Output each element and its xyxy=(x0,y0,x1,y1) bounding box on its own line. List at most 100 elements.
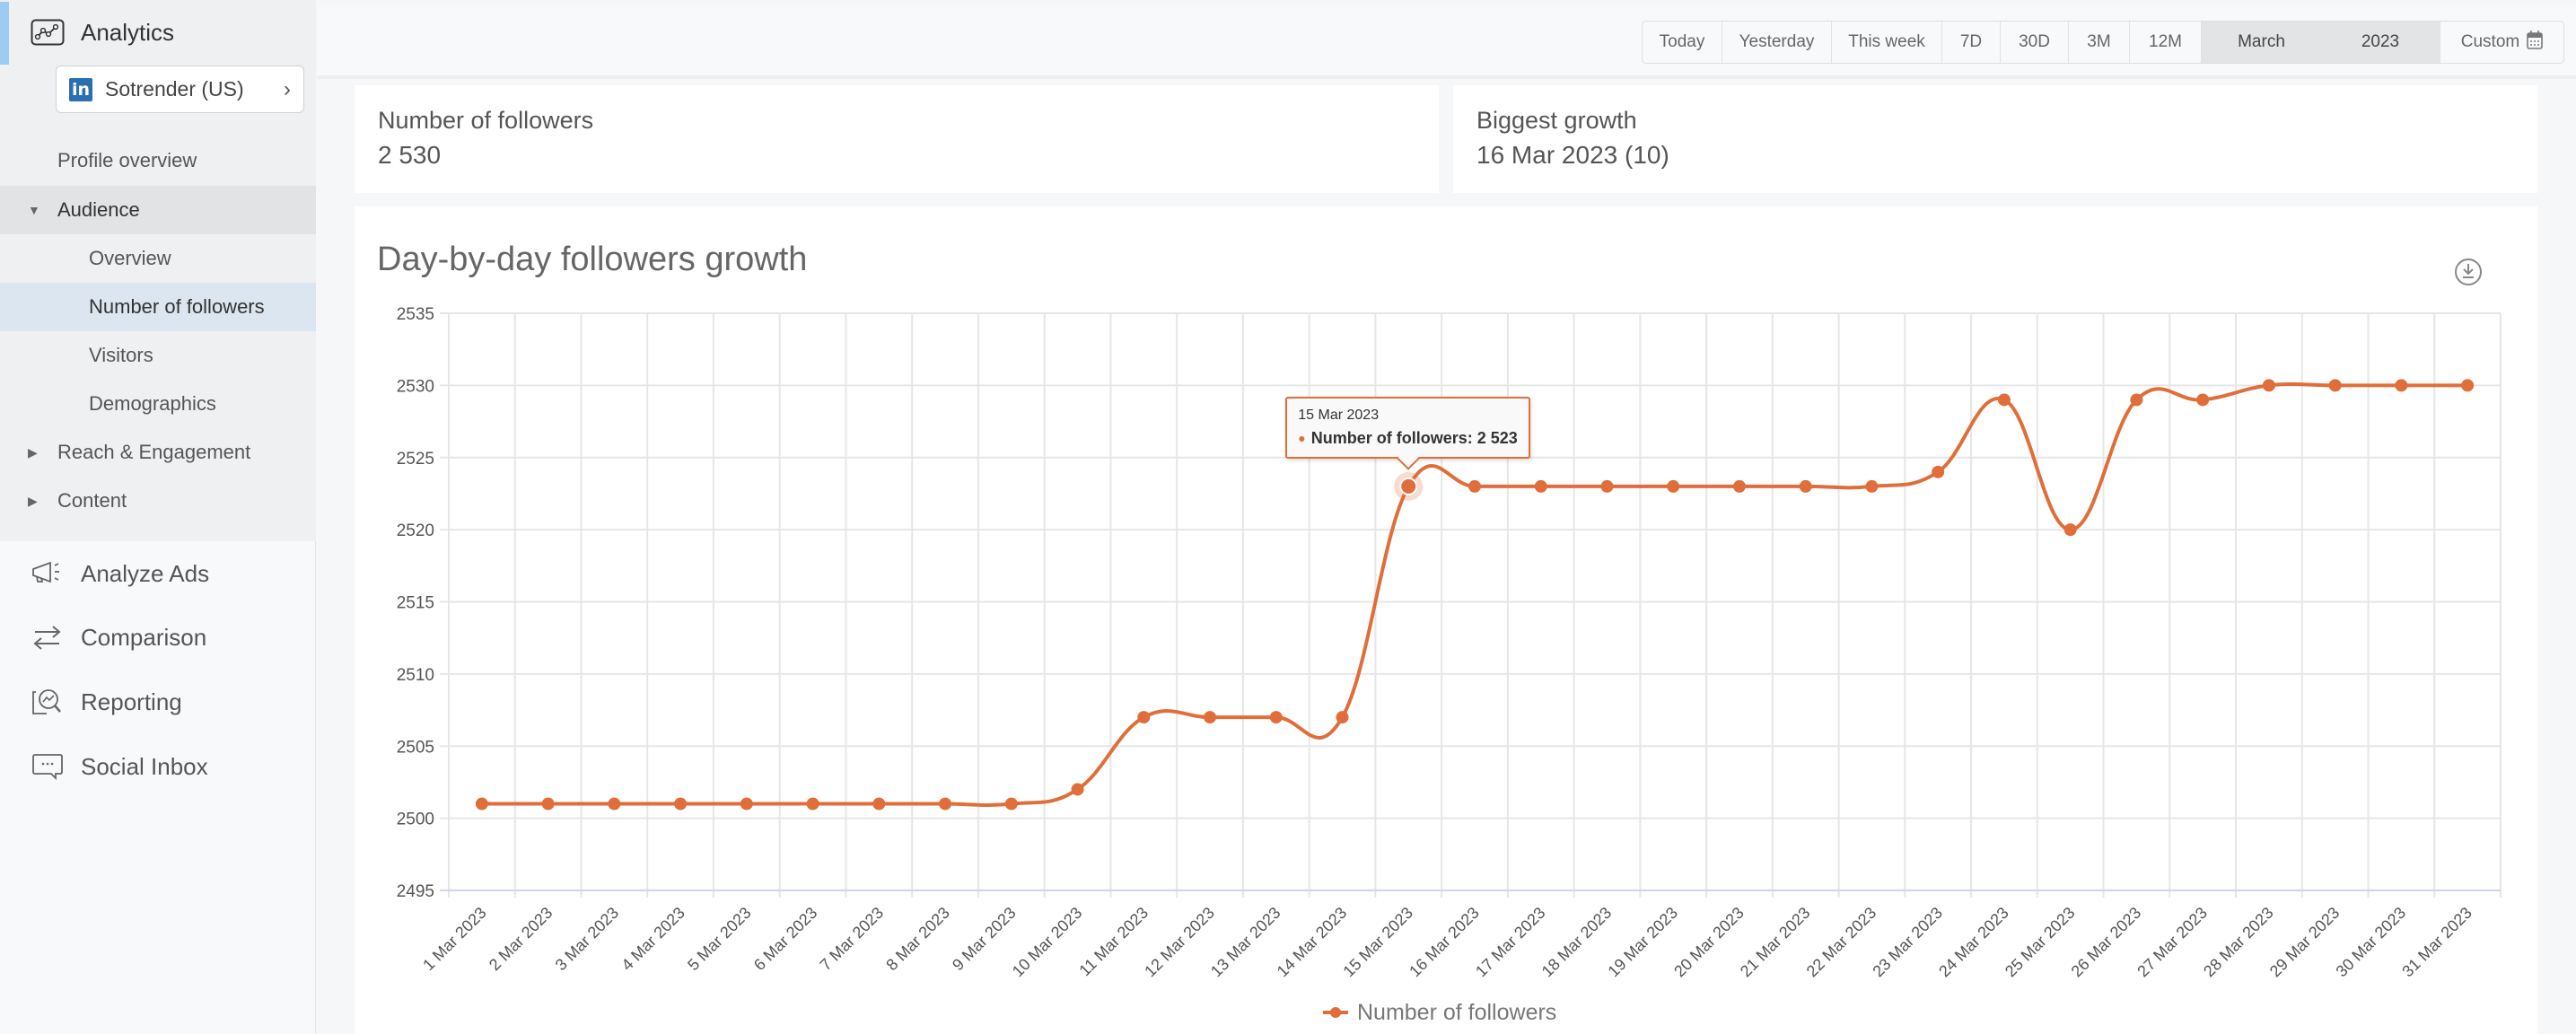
x-tick-label: 4 Mar 2023 xyxy=(618,904,688,975)
nav-comparison[interactable]: Comparison xyxy=(31,618,206,657)
x-tick-label: 3 Mar 2023 xyxy=(552,904,623,975)
data-point xyxy=(1269,711,1283,724)
chart-card: Day-by-day followers growth 2495 2500 2505… xyxy=(355,206,2537,1034)
data-point xyxy=(1534,479,1547,493)
nav-analytics-label: Analytics xyxy=(81,18,175,46)
data-point xyxy=(1799,479,1812,493)
sidebar-item-visitors[interactable]: Visitors xyxy=(0,331,316,380)
sidebar-item-label: Audience xyxy=(57,198,140,221)
x-tick-label: 2 Mar 2023 xyxy=(486,904,556,975)
data-point xyxy=(1865,479,1879,493)
data-point xyxy=(1336,711,1349,724)
data-point xyxy=(872,797,886,811)
month-select[interactable]: March xyxy=(2202,22,2321,63)
year-select[interactable]: 2023 xyxy=(2321,22,2440,63)
x-tick-label: 15 Mar 2023 xyxy=(1339,904,1416,981)
nav-label: Analyze Ads xyxy=(81,559,210,587)
date-30d-button[interactable]: 30D xyxy=(2001,22,2069,63)
nav-analyze-ads[interactable]: Analyze Ads xyxy=(31,554,209,593)
sidebar-item-label: Demographics xyxy=(89,392,216,415)
x-tick-label: 25 Mar 2023 xyxy=(2002,904,2079,981)
x-tick-label: 8 Mar 2023 xyxy=(882,904,953,975)
x-tick-label: 30 Mar 2023 xyxy=(2333,904,2410,981)
x-tick-label: 27 Mar 2023 xyxy=(2134,904,2211,981)
stat-label: Biggest growth xyxy=(1476,107,1637,134)
data-point xyxy=(2196,393,2210,407)
x-tick-label: 9 Mar 2023 xyxy=(949,904,1020,975)
legend-label: Number of followers xyxy=(1357,1000,1556,1025)
date-range-selector: Today Yesterday This week 7D 30D 3M 12M … xyxy=(1642,21,2564,64)
tooltip-value: Number of followers: 2 523 xyxy=(1310,428,1518,447)
legend-dot-symbol xyxy=(1330,1007,1341,1018)
sidebar-item-reach-engagement[interactable]: ▶ Reach & Engagement xyxy=(0,428,316,477)
nav-analytics[interactable]: Analytics xyxy=(31,16,174,48)
active-section-indicator xyxy=(0,2,9,65)
x-tick-label: 31 Mar 2023 xyxy=(2398,904,2475,981)
date-7d-button[interactable]: 7D xyxy=(1942,22,2001,63)
date-12m-button[interactable]: 12M xyxy=(2130,22,2202,63)
nav-reporting[interactable]: Reporting xyxy=(31,682,182,722)
sidebar-item-label: Overview xyxy=(89,247,171,269)
data-point xyxy=(541,797,555,811)
x-tick-label: 24 Mar 2023 xyxy=(1935,904,2012,981)
x-tick-label: 17 Mar 2023 xyxy=(1472,904,1549,981)
tooltip-date: 15 Mar 2023 xyxy=(1298,407,1380,423)
series-dot-icon: ● xyxy=(1298,431,1306,446)
y-tick-label: 2525 xyxy=(397,450,434,469)
sidebar-item-overview[interactable]: Overview xyxy=(0,234,316,283)
x-tick-label: 18 Mar 2023 xyxy=(1538,904,1616,981)
nav-label: Comparison xyxy=(81,623,207,651)
x-tick-label: 6 Mar 2023 xyxy=(750,904,821,975)
data-point xyxy=(2063,523,2077,537)
data-point xyxy=(1004,797,1018,811)
analytics-chart-icon xyxy=(31,18,65,47)
sidebar: Analytics in Sotrender (US) › Profile ov… xyxy=(0,0,316,1034)
data-point xyxy=(806,797,819,811)
sidebar-item-label: Profile overview xyxy=(57,149,197,171)
chart-tooltip: 15 Mar 2023 ● Number of followers: 2 523 xyxy=(1285,396,1530,459)
nav-social-inbox[interactable]: Social Inbox xyxy=(31,747,208,786)
data-point xyxy=(1071,783,1084,796)
profile-selector[interactable]: in Sotrender (US) › xyxy=(56,66,304,113)
x-tick-label: 19 Mar 2023 xyxy=(1604,904,1681,981)
caret-down-icon: ▼ xyxy=(28,203,40,217)
date-3m-button[interactable]: 3M xyxy=(2069,22,2130,63)
sidebar-item-content[interactable]: ▶ Content xyxy=(0,477,316,525)
sidebar-item-number-of-followers[interactable]: Number of followers xyxy=(0,283,316,331)
sidebar-item-profile-overview[interactable]: Profile overview xyxy=(0,136,316,185)
report-search-icon xyxy=(31,688,65,716)
data-point-highlighted xyxy=(1399,477,1418,495)
custom-range-button[interactable]: Custom xyxy=(2440,22,2563,63)
x-tick-label: 10 Mar 2023 xyxy=(1009,904,1086,981)
data-point xyxy=(1600,479,1614,493)
chat-bubble-icon xyxy=(31,752,65,781)
date-today-button[interactable]: Today xyxy=(1643,22,1722,63)
stat-card-biggest-growth: Biggest growth 16 Mar 2023 (10) xyxy=(1453,85,2537,193)
date-yesterday-button[interactable]: Yesterday xyxy=(1722,22,1832,63)
data-point xyxy=(1932,465,1945,478)
data-point xyxy=(475,797,488,811)
x-tick-label: 26 Mar 2023 xyxy=(2068,904,2145,981)
x-tick-label: 16 Mar 2023 xyxy=(1406,904,1483,981)
sidebar-item-label: Number of followers xyxy=(89,295,265,318)
sidebar-item-audience[interactable]: ▼ Audience xyxy=(0,186,316,234)
x-tick-label: 22 Mar 2023 xyxy=(1803,904,1880,981)
data-point xyxy=(939,797,952,811)
data-point xyxy=(1137,711,1151,724)
x-tick-label: 14 Mar 2023 xyxy=(1274,904,1351,981)
data-point xyxy=(1997,393,2011,407)
stat-label: Number of followers xyxy=(378,107,594,134)
y-tick-label: 2505 xyxy=(397,738,434,757)
data-point xyxy=(1667,479,1680,493)
caret-right-icon: ▶ xyxy=(28,493,38,508)
data-point xyxy=(674,797,688,811)
arrows-exchange-icon xyxy=(31,623,65,652)
data-point xyxy=(1204,711,1217,724)
data-point xyxy=(1468,479,1481,493)
y-tick-label: 2500 xyxy=(397,811,434,829)
x-tick-label: 12 Mar 2023 xyxy=(1141,904,1218,981)
x-tick-label: 23 Mar 2023 xyxy=(1869,904,1946,981)
date-this-week-button[interactable]: This week xyxy=(1832,22,1942,63)
data-point xyxy=(608,797,621,811)
sidebar-item-demographics[interactable]: Demographics xyxy=(0,380,316,428)
